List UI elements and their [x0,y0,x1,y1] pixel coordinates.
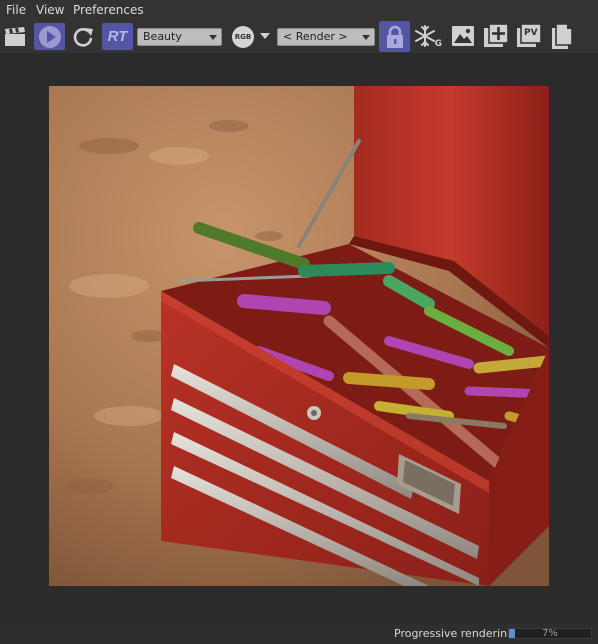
camera-select[interactable]: < Render > [277,28,375,46]
menu-preferences[interactable]: Preferences [73,3,144,17]
rgb-dropdown[interactable] [259,31,271,41]
g-label: G [434,39,442,49]
copy-icon [552,23,573,49]
rgb-label: RGB [234,33,252,41]
render-progress-bar: 7% [508,628,592,639]
rgb-icon: RGB [232,26,254,48]
snowflake-button[interactable]: G [414,24,442,50]
chevron-down-icon [362,35,370,40]
status-text: Progressive rendering [394,627,515,640]
caret-down-icon [260,33,270,39]
copy-button[interactable] [549,23,575,51]
refresh-icon [73,28,93,47]
rt-label: RT [107,28,128,45]
clapperboard-icon[interactable] [3,26,27,48]
lock-button[interactable] [379,21,410,52]
rgb-channel-button[interactable]: RGB [231,26,255,48]
image-button[interactable] [450,24,476,48]
image-icon [452,26,474,46]
render-viewport[interactable] [0,56,598,622]
rt-button[interactable]: RT [102,23,133,50]
menu-bar: File View Preferences [0,0,598,20]
pv-label: PV [524,28,538,38]
play-icon [38,25,61,48]
add-image-icon [483,23,509,47]
play-button[interactable] [34,23,65,50]
refresh-button[interactable] [71,25,95,49]
aov-select-value: Beauty [143,30,182,43]
camera-select-value: < Render > [283,30,348,43]
menu-view[interactable]: View [36,3,64,17]
render-image [49,86,549,586]
pv-button[interactable]: PV [516,23,542,49]
menu-file[interactable]: File [6,3,26,17]
add-image-button[interactable] [482,23,509,49]
render-progress-label: 7% [542,628,558,639]
chevron-down-icon [209,35,217,40]
aov-select[interactable]: Beauty [137,28,222,46]
lock-icon [386,25,403,48]
